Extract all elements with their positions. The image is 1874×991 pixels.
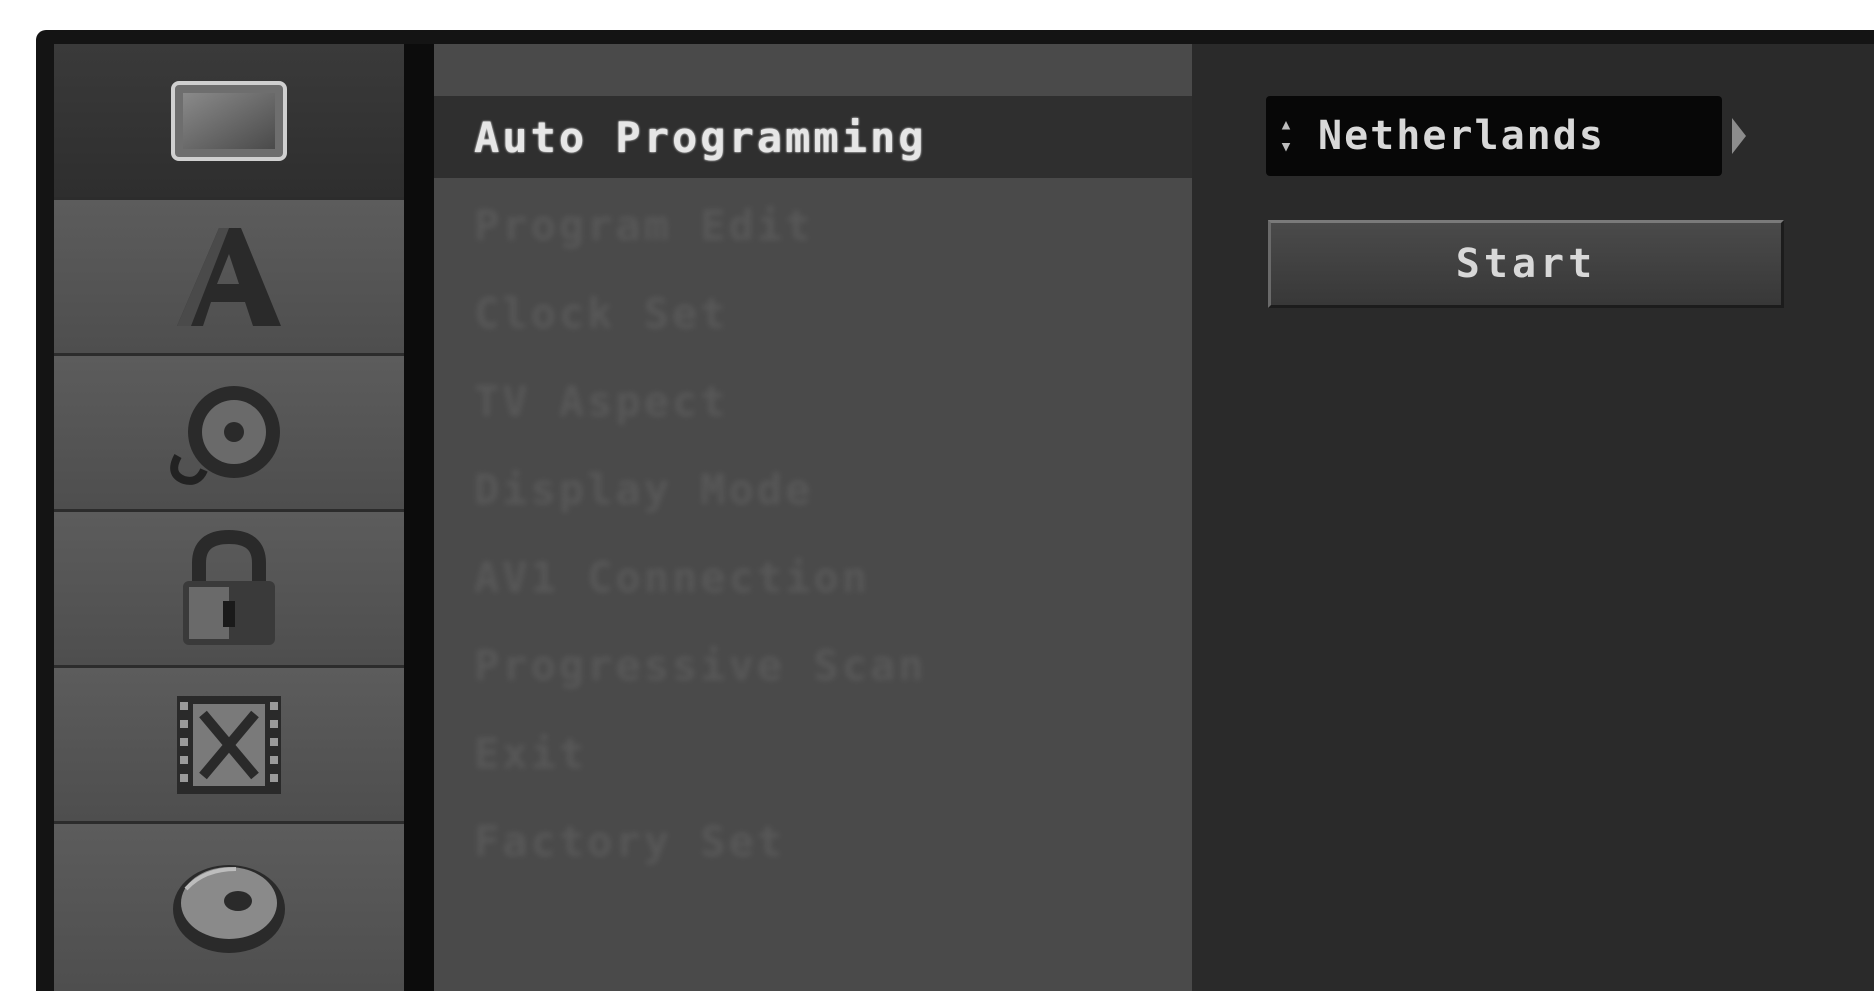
disc-icon — [173, 864, 285, 953]
menu-item-auto-programming[interactable]: Auto Programming — [434, 96, 1192, 178]
category-audio[interactable] — [54, 356, 404, 512]
tv-screen-icon — [171, 80, 287, 161]
setup-menu-screen: Auto Programming Program Edit Clock Set … — [36, 30, 1874, 991]
category-lock[interactable] — [54, 512, 404, 668]
film-strip-icon — [177, 695, 281, 794]
category-language[interactable] — [54, 200, 404, 356]
right-arrow-icon[interactable] — [1732, 118, 1746, 154]
menu-item-label: Program Edit — [474, 200, 814, 250]
menu-item-tv-aspect[interactable]: TV Aspect — [434, 360, 1192, 442]
start-button[interactable]: Start — [1268, 220, 1784, 308]
category-recording[interactable] — [54, 668, 404, 824]
column-divider — [404, 44, 434, 991]
menu-item-label: Clock Set — [474, 288, 729, 338]
up-down-arrows-icon: ▴ ▾ — [1279, 112, 1293, 159]
country-selector[interactable]: ▴ ▾ Netherlands — [1266, 96, 1722, 176]
option-panel: ▴ ▾ Netherlands Start — [1192, 44, 1874, 991]
menu-item-label: Display Mode — [474, 464, 814, 514]
menu-item-progressive-scan[interactable]: Progressive Scan — [434, 624, 1192, 706]
menu-item-label: TV Aspect — [474, 376, 729, 426]
category-column — [54, 44, 404, 991]
country-value: Netherlands — [1318, 113, 1605, 159]
menu-panel: Auto Programming Program Edit Clock Set … — [434, 44, 1192, 991]
padlock-icon — [183, 529, 275, 645]
category-general[interactable] — [54, 44, 404, 200]
audio-disc-icon — [170, 385, 280, 485]
menu-item-label: AV1 Connection — [474, 552, 871, 602]
letter-a-icon — [177, 227, 281, 326]
menu-item-label: Factory Set — [474, 816, 786, 866]
menu-item-display-mode[interactable]: Display Mode — [434, 448, 1192, 530]
category-disc[interactable] — [54, 824, 404, 991]
menu-item-av1-connection[interactable]: AV1 Connection — [434, 536, 1192, 618]
menu-item-label: Exit — [474, 728, 588, 778]
menu-item-clock-set[interactable]: Clock Set — [434, 272, 1192, 354]
menu-item-factory-set[interactable]: Factory Set — [434, 800, 1192, 882]
menu-item-label: Auto Programming — [474, 112, 927, 162]
menu-item-label: Progressive Scan — [474, 640, 927, 690]
menu-item-program-edit[interactable]: Program Edit — [434, 184, 1192, 266]
menu-item-exit[interactable]: Exit — [434, 712, 1192, 794]
